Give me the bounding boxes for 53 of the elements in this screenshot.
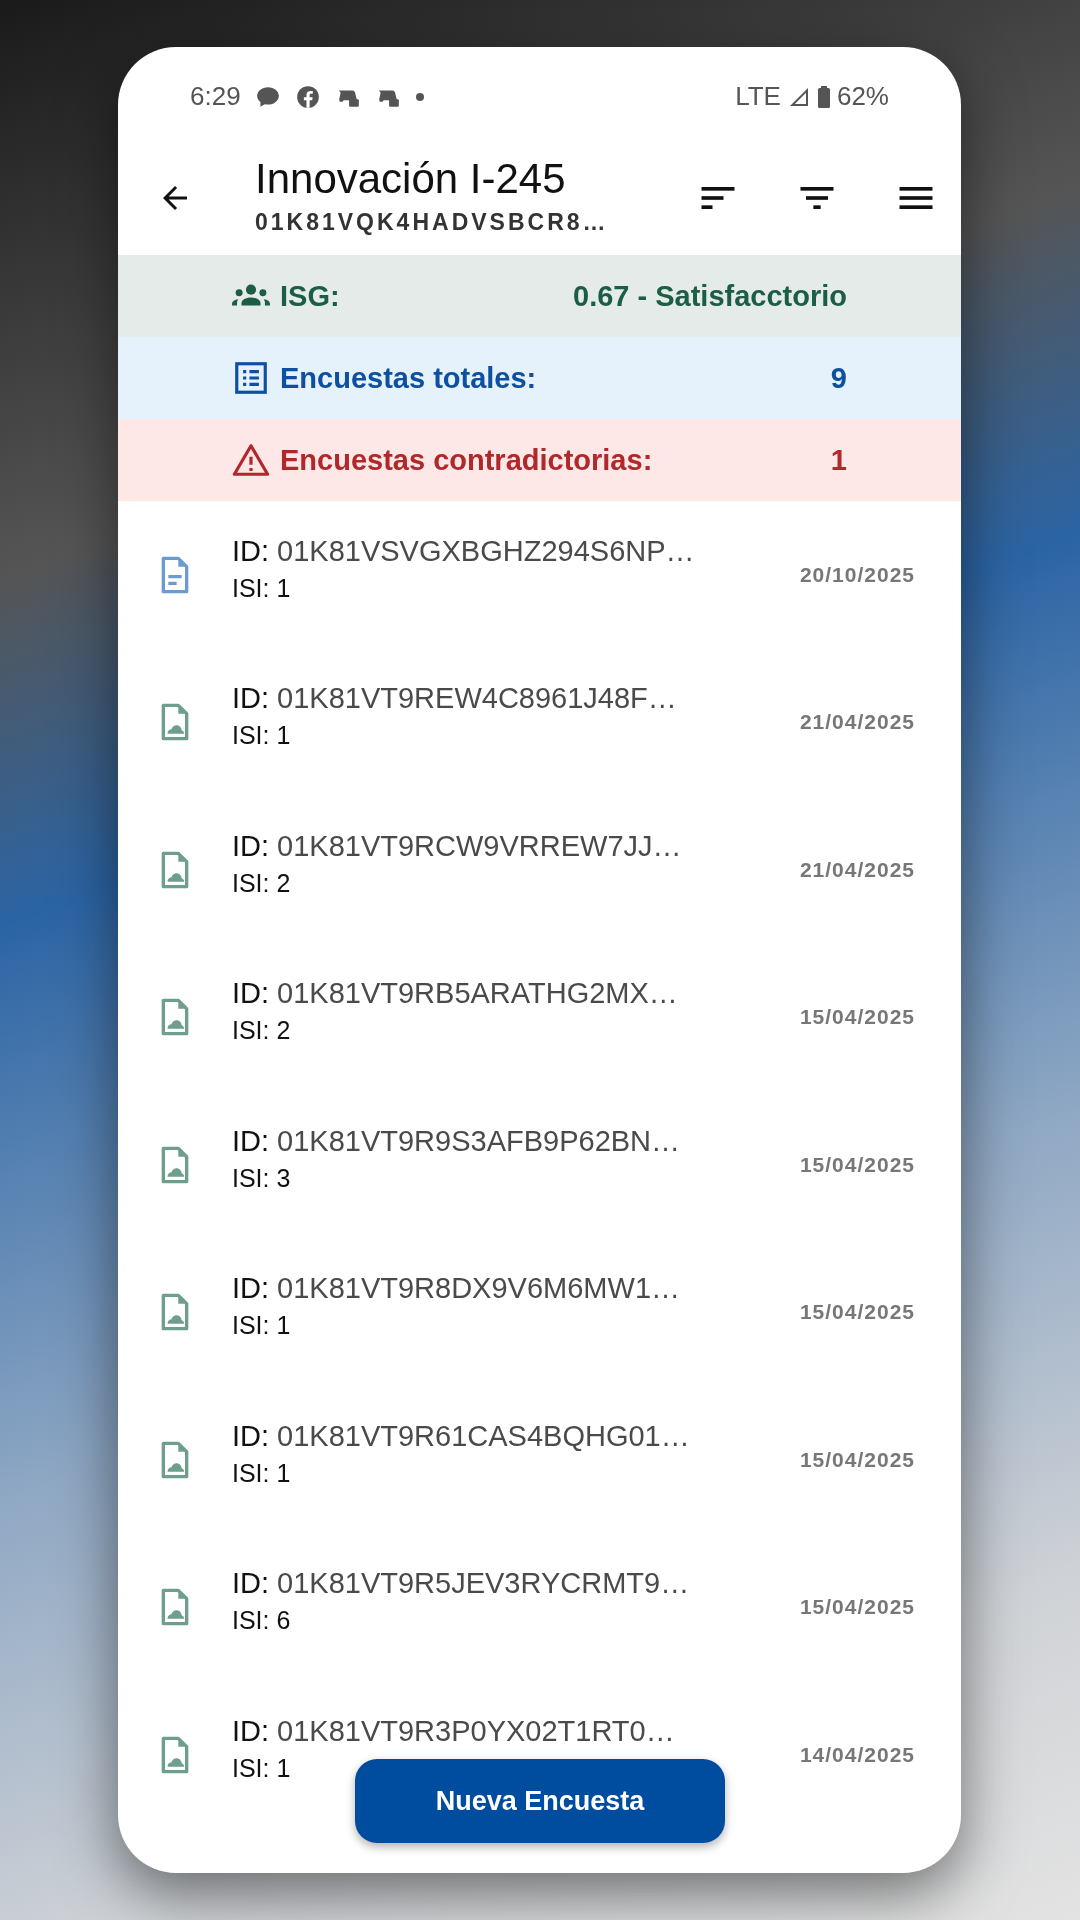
survey-id: 01K81VT9R61CAS4BQHG01… <box>277 1419 690 1453</box>
id-label: ID: <box>232 534 270 568</box>
network-type: LTE <box>735 81 781 112</box>
warning-icon <box>232 441 270 479</box>
id-label: ID: <box>232 1714 270 1748</box>
isi-score: ISI: 1 <box>232 1311 292 1341</box>
isi-score: ISI: 1 <box>232 573 292 603</box>
survey-id: 01K81VSVGXBGHZ294S6NP… <box>277 534 695 568</box>
id-label: ID: <box>232 977 270 1011</box>
screen-title: Innovación I-245 <box>255 155 567 203</box>
survey-id: 01K81VT9R3P0YX02T1RT0… <box>277 1714 675 1748</box>
survey-id: 01K81VT9R5JEV3RYCRMT9… <box>277 1567 690 1601</box>
social-app-icon <box>294 83 321 110</box>
survey-date: 21/04/2025 <box>799 857 915 882</box>
survey-date: 14/04/2025 <box>799 1742 915 1767</box>
survey-date: 15/04/2025 <box>799 1595 915 1620</box>
id-label: ID: <box>232 682 270 716</box>
isi-score: ISI: 2 <box>232 868 292 898</box>
isi-score: ISI: 3 <box>232 1163 292 1193</box>
survey-id: 01K81VT9R8DX9V6M6MW1… <box>277 1272 680 1306</box>
battery-icon <box>816 84 831 109</box>
summary-label: Encuestas totales: <box>280 361 537 395</box>
survey-id: 01K81VT9REW4C8961J48F… <box>277 682 677 716</box>
clock-time: 6:29 <box>190 81 241 112</box>
id-label: ID: <box>232 1419 270 1453</box>
survey-date: 15/04/2025 <box>799 1152 915 1177</box>
survey-id: 01K81VT9RCW9VRREW7JJ… <box>277 829 682 863</box>
survey-id: 01K81VT9RB5ARATHG2MX… <box>277 977 678 1011</box>
dot-icon <box>414 91 425 102</box>
summary-label: ISG: <box>280 279 340 313</box>
survey-date: 15/04/2025 <box>799 1005 915 1030</box>
isi-score: ISI: 1 <box>232 721 292 751</box>
survey-date: 15/04/2025 <box>799 1300 915 1325</box>
summary-value: 9 <box>830 361 847 395</box>
isi-score: ISI: 6 <box>232 1606 292 1636</box>
new-survey-button[interactable]: Nueva Encuesta <box>355 1759 725 1843</box>
list-icon <box>232 359 270 397</box>
isi-score: ISI: 1 <box>232 1753 292 1783</box>
summary-label: Encuestas contradictorias: <box>280 443 653 477</box>
id-label: ID: <box>232 1272 270 1306</box>
survey-id: 01K81VT9R9S3AFB9P62BN… <box>277 1124 681 1158</box>
id-label: ID: <box>232 1124 270 1158</box>
id-label: ID: <box>232 1567 270 1601</box>
screen-subtitle: 01K81VQK4HADVSBCR8… <box>255 209 610 236</box>
survey-date: 21/04/2025 <box>799 710 915 735</box>
summary-value: 1 <box>830 443 847 477</box>
id-label: ID: <box>232 829 270 863</box>
battery-percentage: 62% <box>836 81 889 112</box>
survey-date: 15/04/2025 <box>799 1447 915 1472</box>
isi-score: ISI: 2 <box>232 1016 292 1046</box>
survey-date: 20/10/2025 <box>799 562 915 587</box>
summary-value: 0.67 - Satisfacctorio <box>573 279 847 313</box>
isi-score: ISI: 1 <box>232 1458 292 1488</box>
